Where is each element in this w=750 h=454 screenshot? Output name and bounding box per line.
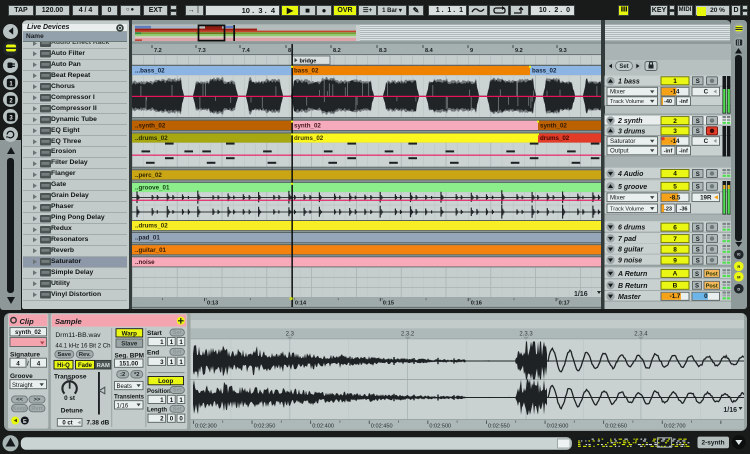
svg-text:2-synth: 2-synth (701, 440, 724, 447)
